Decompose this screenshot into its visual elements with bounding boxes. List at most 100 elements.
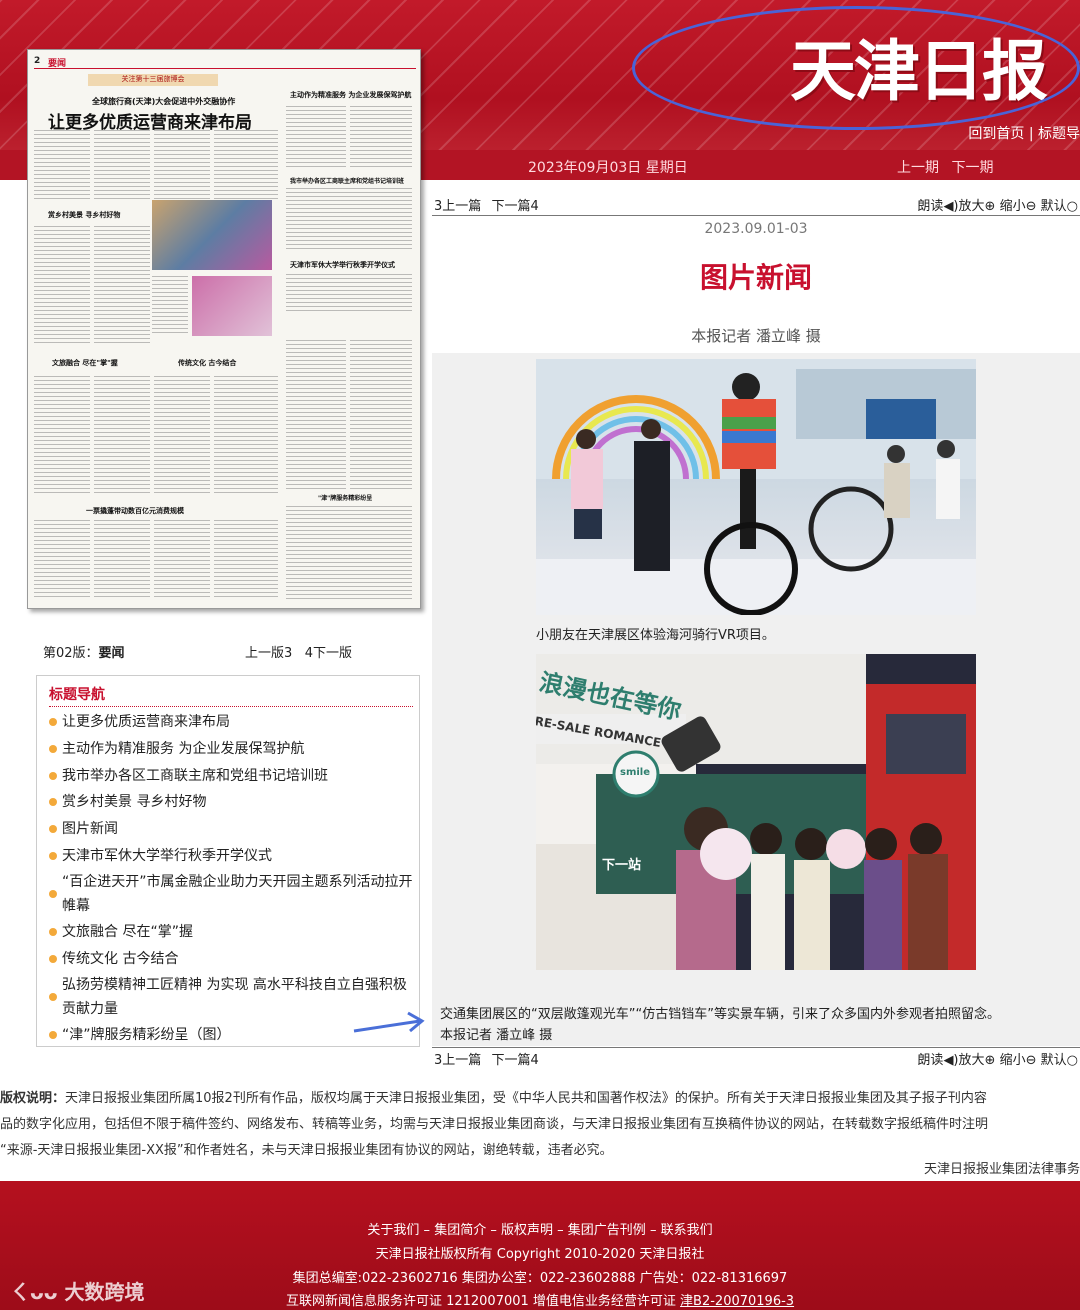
nav-item-label: 文旅融合 尽在“掌”握 <box>62 924 193 940</box>
thumb-text-column <box>286 274 412 314</box>
contact-link[interactable]: 联系我们 <box>661 1223 713 1238</box>
bullet-icon <box>49 745 57 753</box>
nav-item-label: 让更多优质运营商来津布局 <box>62 714 230 730</box>
newspaper-page-thumbnail[interactable]: 2 要闻 关注第十三届旅博会 全球旅行商(天津)大会促进中外交融协作 让更多优质… <box>27 49 421 609</box>
thumb-text-column <box>34 226 90 346</box>
nav-item-label: 赏乡村美景 寻乡村好物 <box>62 794 207 810</box>
bullet-icon <box>49 718 57 726</box>
zoom-in-label: 放大 <box>958 1053 985 1068</box>
zoom-in-button[interactable]: 放大⊕ <box>959 199 996 214</box>
home-link[interactable]: 回到首页 <box>968 126 1024 142</box>
bus-smile-text: smile <box>620 767 651 778</box>
thumb-text-column <box>94 520 150 600</box>
sep: – <box>423 1223 431 1238</box>
nav-item[interactable]: 赏乡村美景 寻乡村好物 <box>49 790 206 814</box>
read-aloud-button[interactable]: 朗读◀) <box>917 1053 958 1068</box>
copyright-line: 版权说明：天津日报报业集团所属10报2刊所有作品，版权均属于天津日报报业集团，受… <box>0 1086 1080 1112</box>
thumb-text-column <box>286 340 346 490</box>
nav-item[interactable]: 主动作为精准服务 为企业发展保驾护航 <box>49 737 304 761</box>
thumb-head-culture: 文旅融合 尽在"掌"握 <box>52 359 118 367</box>
footer-copyright: 天津日报社版权所有 Copyright 2010-2020 天津日报社 <box>375 1247 705 1262</box>
top-links: 回到首页 | 标题导 <box>968 126 1080 142</box>
nav-item[interactable]: 让更多优质运营商来津布局 <box>49 710 230 734</box>
thumb-head-village: 赏乡村美景 寻乡村好物 <box>48 211 121 219</box>
photo-tour-bus[interactable]: 浪漫也在等你 RE-SALE ROMANCE smile 下一站 <box>536 654 976 970</box>
thumb-photo <box>152 200 272 270</box>
prev-issue-link[interactable]: 上一期 <box>897 160 939 176</box>
footer-license: 互联网新闻信息服务许可证 1212007001 增值电信业务经营许可证 津B2-… <box>0 1290 1080 1309</box>
zoom-out-button[interactable]: 缩小⊖ <box>1000 199 1037 214</box>
thumb-side-head1: 主动作为精准服务 为企业发展保驾护航 <box>290 91 412 99</box>
article-nav-bottom-bar: 3上一篇 下一篇4 朗读◀)放大⊕ 缩小⊖ 默认○ <box>432 1047 1080 1069</box>
plus-circle-icon: ⊕ <box>984 199 996 214</box>
thumb-text-column <box>154 520 210 600</box>
sep: – <box>557 1223 564 1238</box>
default-size-button[interactable]: 默认○ <box>1041 1053 1078 1068</box>
legal-dept: 天津日报报业集团法律事务 <box>923 1162 1080 1177</box>
thumb-text-column <box>214 520 278 600</box>
thumb-text-column <box>350 106 412 170</box>
default-label: 默认 <box>1040 1053 1067 1068</box>
thumb-text-column <box>154 376 210 496</box>
copyright-line: “来源-天津日报报业集团-XX报”和作者姓名，未与天津日报报业集团有协议的网站，… <box>0 1143 613 1158</box>
thumb-text-column <box>286 506 412 600</box>
thumb-banner: 关注第十三届旅博会 <box>88 74 218 86</box>
prev-edition-link[interactable]: 上一版3 <box>245 646 292 661</box>
group-intro-link[interactable]: 集团简介 <box>434 1223 486 1238</box>
copyright-notice: 版权说明：天津日报报业集团所属10报2刊所有作品，版权均属于天津日报报业集团，受… <box>0 1086 1080 1164</box>
nav-item-label: “津”牌服务精彩纷呈（图） <box>62 1027 231 1043</box>
nav-item[interactable]: “津”牌服务精彩纷呈（图） <box>49 1023 231 1047</box>
reading-tools-bottom: 朗读◀)放大⊕ 缩小⊖ 默认○ <box>917 1049 1078 1068</box>
prev-article-link[interactable]: 上一篇 <box>442 1053 481 1068</box>
nav-item[interactable]: 图片新闻 <box>49 817 118 841</box>
read-aloud-button[interactable]: 朗读◀) <box>917 199 958 214</box>
thumb-text-column <box>94 226 150 346</box>
sep: – <box>649 1223 657 1238</box>
speaker-icon: ◀) <box>943 199 959 214</box>
zoom-in-button[interactable]: 放大⊕ <box>959 1053 996 1068</box>
about-link[interactable]: 关于我们 <box>367 1223 419 1238</box>
thumb-text-column <box>34 520 90 600</box>
bullet-icon <box>49 772 57 780</box>
default-size-button[interactable]: 默认○ <box>1041 199 1078 214</box>
bullet-icon <box>49 825 57 833</box>
copyright-link[interactable]: 版权声明 <box>501 1223 553 1238</box>
thumb-text-column <box>94 130 150 200</box>
title-navigation-panel: 标题导航 让更多优质运营商来津布局 主动作为精准服务 为企业发展保驾护航 我市举… <box>36 675 420 1047</box>
next-article-link[interactable]: 下一篇 <box>491 1053 530 1068</box>
reading-tools-top: 朗读◀)放大⊕ 缩小⊖ 默认○ <box>917 195 1078 214</box>
next-edition-link[interactable]: 4下一版 <box>305 646 352 661</box>
article-title: 图片新闻 <box>699 261 812 294</box>
title-nav-link[interactable]: 标题导 <box>1038 126 1080 142</box>
thumb-rule <box>34 68 416 69</box>
license-link[interactable]: 津B2-20070196-3 <box>680 1294 794 1309</box>
bullet-icon <box>49 852 57 860</box>
bullet-icon <box>49 955 57 963</box>
bottom-nav-divider <box>432 1047 1080 1048</box>
photo1-caption: 小朋友在天津展区体验海河骑行VR项目。 <box>536 628 775 643</box>
next-issue-link[interactable]: 下一期 <box>951 160 993 176</box>
prev-article-link[interactable]: 上一篇 <box>442 199 481 214</box>
nav-item[interactable]: “百企进天开”市属金融企业助力天开园主题系列活动拉开帷幕 <box>49 870 419 918</box>
thumb-text-column <box>286 106 346 170</box>
zoom-out-label: 缩小 <box>999 1053 1026 1068</box>
zoom-out-label: 缩小 <box>999 199 1026 214</box>
nav-item[interactable]: 文旅融合 尽在“掌”握 <box>49 920 193 944</box>
next-num: 4 <box>530 1053 539 1068</box>
ad-rates-link[interactable]: 集团广告刊例 <box>568 1223 646 1238</box>
zoom-out-button[interactable]: 缩小⊖ <box>1000 1053 1037 1068</box>
nav-item[interactable]: 我市举办各区工商联主席和党组书记培训班 <box>49 764 328 788</box>
next-article-link[interactable]: 下一篇 <box>491 199 530 214</box>
license-text: 互联网新闻信息服务许可证 1212007001 增值电信业务经营许可证 <box>285 1294 681 1309</box>
thumb-text-column <box>152 276 188 336</box>
copyright-text: 天津日报报业集团所属10报2刊所有作品，版权均属于天津日报报业集团，受《中华人民… <box>65 1091 987 1106</box>
nav-item[interactable]: 传统文化 古今结合 <box>49 947 178 971</box>
article-date: 2023.09.01-03 <box>704 221 808 237</box>
nav-item[interactable]: 天津市军休大学举行秋季开学仪式 <box>49 844 272 868</box>
title-nav-heading: 标题导航 <box>49 687 105 703</box>
photo-vr-cycling[interactable] <box>536 359 976 615</box>
thumb-side-head3: 天津市军休大学举行秋季开学仪式 <box>290 261 395 269</box>
article-nav-top: 3上一篇 下一篇4 <box>434 195 539 214</box>
watermark-logo-icon: ㄑᴗᴗ <box>10 1280 65 1304</box>
circle-icon: ○ <box>1066 1053 1078 1068</box>
